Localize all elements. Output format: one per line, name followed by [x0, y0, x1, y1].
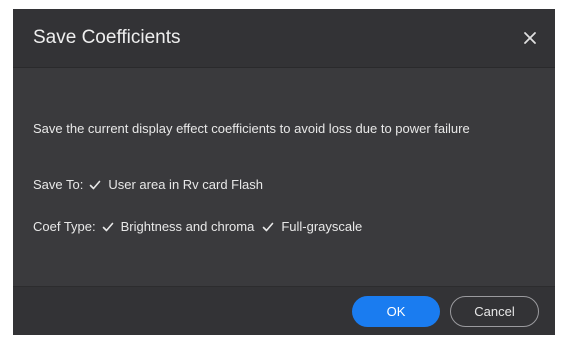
- dialog-body: Save the current display effect coeffici…: [13, 68, 555, 286]
- checkmark-icon: [263, 222, 274, 232]
- ok-button[interactable]: OK: [352, 296, 440, 327]
- full-grayscale-label: Full-grayscale: [281, 219, 363, 234]
- dialog-header: Save Coefficients: [13, 9, 555, 68]
- save-to-user-area-checkbox[interactable]: User area in Rv card Flash: [89, 176, 263, 194]
- dialog-footer: OK Cancel: [13, 286, 555, 335]
- save-to-label: Save To:: [33, 177, 84, 192]
- close-icon: [524, 32, 536, 44]
- dialog-title: Save Coefficients: [33, 27, 181, 48]
- coef-type-row: Coef Type: Brightness and chroma Full-gr…: [33, 218, 370, 236]
- save-to-option-label: User area in Rv card Flash: [108, 177, 263, 192]
- dialog-message: Save the current display effect coeffici…: [33, 121, 470, 136]
- save-to-row: Save To: User area in Rv card Flash: [33, 176, 271, 194]
- checkmark-icon: [90, 180, 101, 190]
- brightness-chroma-checkbox[interactable]: Brightness and chroma: [102, 218, 255, 236]
- brightness-chroma-label: Brightness and chroma: [120, 219, 255, 234]
- checkmark-icon: [102, 222, 113, 232]
- cancel-button[interactable]: Cancel: [450, 296, 539, 327]
- coef-type-label: Coef Type:: [33, 219, 96, 234]
- save-coefficients-dialog: Save Coefficients Save the current displ…: [13, 9, 555, 335]
- close-button[interactable]: [519, 27, 541, 49]
- full-grayscale-checkbox[interactable]: Full-grayscale: [262, 218, 362, 236]
